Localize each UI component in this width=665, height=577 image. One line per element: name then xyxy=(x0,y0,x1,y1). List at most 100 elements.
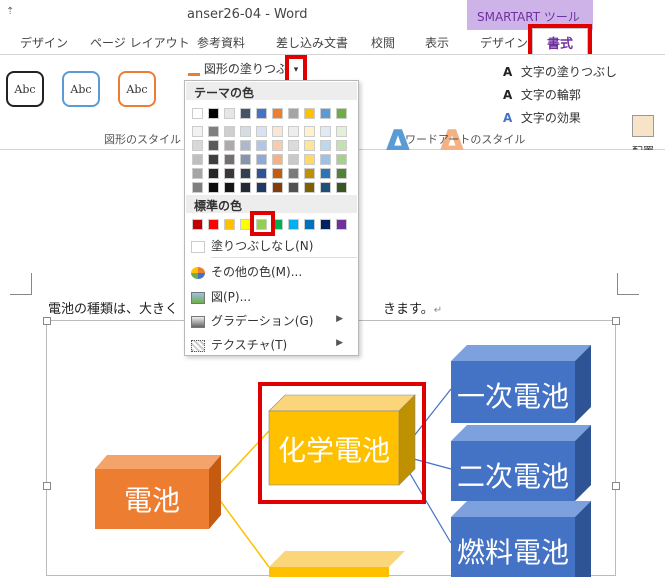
theme-shade-swatch[interactable] xyxy=(224,168,235,179)
theme-shade-swatch[interactable] xyxy=(192,168,203,179)
theme-shade-swatch[interactable] xyxy=(336,182,347,193)
theme-color-swatch[interactable] xyxy=(192,108,203,119)
theme-shade-swatch[interactable] xyxy=(208,126,219,137)
shape-style-orange-button[interactable]: Abc xyxy=(118,71,156,107)
theme-shade-swatch[interactable] xyxy=(224,126,235,137)
theme-shade-swatch[interactable] xyxy=(272,140,283,151)
text-effects-button[interactable]: A 文字の効果 xyxy=(503,109,581,126)
text-outline-button[interactable]: A 文字の輪郭 xyxy=(503,86,581,103)
standard-color-swatch[interactable] xyxy=(192,219,203,230)
theme-shade-swatch[interactable] xyxy=(224,140,235,151)
smartart-fuel-cell-node[interactable]: 燃料電池 xyxy=(451,531,575,571)
theme-shade-swatch[interactable] xyxy=(224,154,235,165)
theme-color-swatch[interactable] xyxy=(320,108,331,119)
theme-shade-swatch[interactable] xyxy=(304,140,315,151)
theme-shade-swatch[interactable] xyxy=(208,140,219,151)
tab-review[interactable]: 校閲 xyxy=(371,34,395,51)
theme-shade-swatch[interactable] xyxy=(256,154,267,165)
theme-shade-swatch[interactable] xyxy=(272,168,283,179)
theme-shade-swatch[interactable] xyxy=(320,168,331,179)
tab-smartart-design[interactable]: デザイン xyxy=(480,34,528,51)
theme-shade-swatch[interactable] xyxy=(320,154,331,165)
paint-bucket-icon xyxy=(188,64,200,76)
theme-shade-swatch[interactable] xyxy=(272,126,283,137)
smartart-root-node[interactable]: 電池 xyxy=(95,479,209,519)
theme-shade-swatch[interactable] xyxy=(304,182,315,193)
theme-shade-swatch[interactable] xyxy=(208,154,219,165)
theme-shade-swatch[interactable] xyxy=(208,182,219,193)
theme-shade-swatch[interactable] xyxy=(240,126,251,137)
theme-shade-swatch[interactable] xyxy=(304,126,315,137)
tab-mailings[interactable]: 差し込み文書 xyxy=(276,34,348,51)
theme-shade-swatch[interactable] xyxy=(256,126,267,137)
tab-view[interactable]: 表示 xyxy=(425,34,449,51)
canvas-resize-handle[interactable] xyxy=(43,317,51,325)
theme-shade-swatch[interactable] xyxy=(192,140,203,151)
theme-shade-swatch[interactable] xyxy=(336,154,347,165)
theme-color-swatch[interactable] xyxy=(288,108,299,119)
theme-shade-swatch[interactable] xyxy=(304,154,315,165)
smartart-secondary-battery-node[interactable]: 二次電池 xyxy=(451,455,575,495)
body-text-start: 電池の種類は、大きく xyxy=(48,302,179,317)
theme-color-swatch[interactable] xyxy=(304,108,315,119)
canvas-resize-handle[interactable] xyxy=(612,482,620,490)
standard-color-swatch[interactable] xyxy=(304,219,315,230)
texture-item[interactable]: テクスチャ(T) ▶ xyxy=(191,336,351,353)
theme-shade-swatch[interactable] xyxy=(272,182,283,193)
picture-fill-item[interactable]: 図(P)... xyxy=(191,288,251,305)
canvas-resize-handle[interactable] xyxy=(43,482,51,490)
theme-shade-swatch[interactable] xyxy=(240,140,251,151)
theme-shade-swatch[interactable] xyxy=(320,140,331,151)
text-fill-label: 文字の塗りつぶし xyxy=(520,65,617,79)
standard-color-swatch[interactable] xyxy=(288,219,299,230)
theme-shade-swatch[interactable] xyxy=(208,168,219,179)
canvas-resize-handle[interactable] xyxy=(612,317,620,325)
theme-shade-swatch[interactable] xyxy=(256,182,267,193)
green-swatch-highlight xyxy=(250,211,275,236)
theme-shade-swatch[interactable] xyxy=(336,126,347,137)
arrange-icon xyxy=(632,115,654,137)
smartart-primary-battery-node[interactable]: 一次電池 xyxy=(451,375,575,415)
theme-shade-swatch[interactable] xyxy=(192,182,203,193)
standard-color-swatch[interactable] xyxy=(208,219,219,230)
theme-shade-swatch[interactable] xyxy=(288,168,299,179)
theme-color-swatch[interactable] xyxy=(336,108,347,119)
theme-shade-swatch[interactable] xyxy=(192,154,203,165)
theme-shade-swatch[interactable] xyxy=(272,154,283,165)
theme-shade-swatch[interactable] xyxy=(224,182,235,193)
standard-color-swatch[interactable] xyxy=(224,219,235,230)
theme-shade-swatch[interactable] xyxy=(320,126,331,137)
texture-icon xyxy=(191,339,205,352)
tab-page-layout[interactable]: ページ レイアウト xyxy=(90,34,190,51)
gradient-item[interactable]: グラデーション(G) ▶ xyxy=(191,312,351,329)
standard-color-swatch[interactable] xyxy=(336,219,347,230)
theme-shade-swatch[interactable] xyxy=(288,126,299,137)
theme-shade-swatch[interactable] xyxy=(320,182,331,193)
shape-style-dark-button[interactable]: Abc xyxy=(6,71,44,107)
tab-references[interactable]: 参考資料 xyxy=(197,34,245,51)
quick-access-toolbar-icon[interactable]: ⇡ xyxy=(6,6,14,17)
theme-shade-swatch[interactable] xyxy=(336,168,347,179)
text-fill-button[interactable]: A 文字の塗りつぶし xyxy=(503,63,617,80)
theme-shade-swatch[interactable] xyxy=(240,154,251,165)
theme-shade-swatch[interactable] xyxy=(240,182,251,193)
theme-shade-swatch[interactable] xyxy=(256,140,267,151)
theme-shade-swatch[interactable] xyxy=(192,126,203,137)
theme-shade-swatch[interactable] xyxy=(304,168,315,179)
tab-design[interactable]: デザイン xyxy=(20,34,68,51)
no-fill-item[interactable]: 塗りつぶしなし(N) xyxy=(191,237,313,254)
theme-shade-swatch[interactable] xyxy=(336,140,347,151)
theme-shade-swatch[interactable] xyxy=(240,168,251,179)
standard-color-swatch[interactable] xyxy=(320,219,331,230)
theme-color-swatch[interactable] xyxy=(240,108,251,119)
theme-color-swatch[interactable] xyxy=(208,108,219,119)
theme-shade-swatch[interactable] xyxy=(256,168,267,179)
theme-shade-swatch[interactable] xyxy=(288,182,299,193)
theme-shade-swatch[interactable] xyxy=(288,154,299,165)
more-colors-item[interactable]: その他の色(M)... xyxy=(191,263,302,280)
theme-color-swatch[interactable] xyxy=(256,108,267,119)
theme-shade-swatch[interactable] xyxy=(288,140,299,151)
shape-style-blue-button[interactable]: Abc xyxy=(62,71,100,107)
theme-color-swatch[interactable] xyxy=(272,108,283,119)
theme-color-swatch[interactable] xyxy=(224,108,235,119)
